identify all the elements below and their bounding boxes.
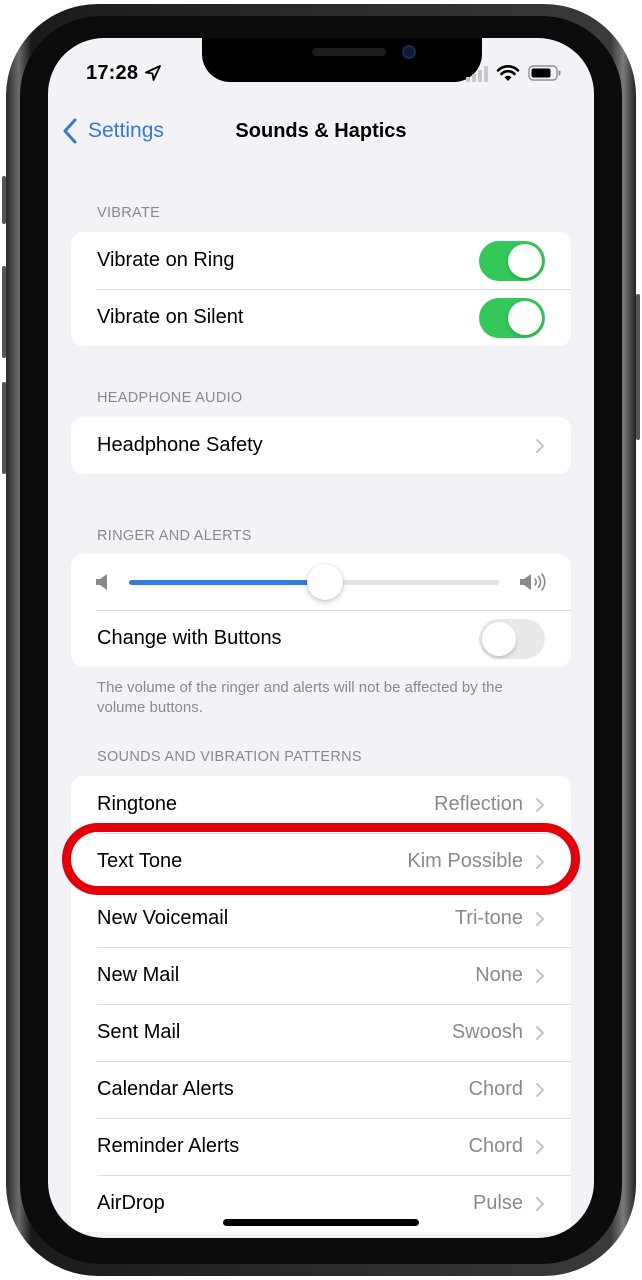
cellular-signal-icon — [466, 66, 488, 82]
speaker-low-icon — [96, 574, 107, 590]
section-header-sounds-patterns: SOUNDS AND VIBRATION PATTERNS — [97, 749, 362, 765]
side-button — [636, 294, 640, 440]
row-new-mail[interactable]: New Mail None — [71, 947, 571, 1004]
row-text-tone[interactable]: Text Tone Kim Possible — [71, 833, 571, 890]
row-reminder-alerts[interactable]: Reminder Alerts Chord — [71, 1118, 571, 1175]
front-camera — [402, 45, 416, 59]
row-headphone-safety[interactable]: Headphone Safety — [71, 417, 571, 474]
sounds-patterns-group: Ringtone Reflection Text Tone Kim Possib… — [71, 776, 571, 1232]
row-label: Sent Mail — [97, 1021, 181, 1043]
home-indicator[interactable] — [223, 1219, 419, 1226]
volume-up-button — [2, 266, 6, 358]
row-label: Vibrate on Silent — [97, 306, 244, 328]
row-label: Ringtone — [97, 793, 178, 815]
volume-down-button — [2, 382, 6, 474]
speaker-high-icon — [520, 573, 546, 591]
ringer-volume-slider[interactable] — [129, 563, 499, 600]
chevron-right-icon — [536, 438, 544, 453]
row-value: Reflection — [434, 793, 523, 815]
section-header-ringer-alerts: RINGER AND ALERTS — [97, 528, 252, 544]
row-label: Vibrate on Ring — [97, 249, 235, 271]
notch — [202, 38, 482, 82]
row-calendar-alerts[interactable]: Calendar Alerts Chord — [71, 1061, 571, 1118]
change-with-buttons-toggle[interactable] — [479, 618, 545, 659]
row-label: New Voicemail — [97, 907, 229, 929]
battery-icon — [528, 65, 561, 81]
row-volume-slider — [71, 554, 571, 610]
row-change-with-buttons: Change with Buttons — [71, 610, 571, 667]
row-vibrate-on-silent: Vibrate on Silent — [71, 289, 571, 346]
row-value: Pulse — [472, 1192, 523, 1214]
page-title: Sounds & Haptics — [235, 120, 407, 142]
vibrate-group: Vibrate on Ring Vibrate on Silent — [71, 232, 571, 346]
wifi-icon — [496, 65, 520, 81]
chevron-right-icon — [536, 854, 544, 869]
slider-thumb[interactable] — [307, 563, 344, 600]
row-label: New Mail — [97, 964, 180, 986]
location-arrow-icon — [145, 65, 161, 81]
status-time: 17:28 — [86, 62, 139, 84]
section-header-vibrate: VIBRATE — [97, 205, 161, 221]
vibrate-on-silent-toggle[interactable] — [479, 297, 545, 338]
row-label: Headphone Safety — [97, 434, 263, 456]
chevron-right-icon — [536, 1196, 544, 1211]
ringer-alerts-group: Change with Buttons — [71, 554, 571, 667]
row-label: Reminder Alerts — [97, 1135, 240, 1157]
row-new-voicemail[interactable]: New Voicemail Tri-tone — [71, 890, 571, 947]
headphone-audio-group: Headphone Safety — [71, 417, 571, 474]
section-header-headphone-audio: HEADPHONE AUDIO — [97, 390, 243, 406]
vibrate-on-ring-toggle[interactable] — [479, 240, 545, 281]
row-label: Text Tone — [97, 850, 183, 872]
row-sent-mail[interactable]: Sent Mail Swoosh — [71, 1004, 571, 1061]
chevron-right-icon — [536, 1139, 544, 1154]
speaker-grille — [312, 48, 386, 56]
ringer-footer-note: The volume of the ringer and alerts will… — [97, 679, 503, 716]
row-ringtone[interactable]: Ringtone Reflection — [71, 776, 571, 833]
slider-fill — [129, 579, 326, 585]
row-value: Swoosh — [451, 1021, 523, 1043]
mute-switch — [2, 176, 6, 224]
row-value: Kim Possible — [407, 850, 523, 872]
row-label: Calendar Alerts — [97, 1078, 234, 1100]
chevron-right-icon — [536, 1082, 544, 1097]
row-label: AirDrop — [97, 1192, 165, 1214]
row-value: Tri-tone — [454, 907, 523, 929]
screen: 17:28 Settings Sounds & Haptics VIBRATE … — [48, 38, 594, 1238]
row-value: None — [475, 964, 523, 986]
row-vibrate-on-ring: Vibrate on Ring — [71, 232, 571, 289]
row-value: Chord — [468, 1078, 523, 1100]
row-value: Chord — [468, 1135, 523, 1157]
chevron-right-icon — [536, 797, 544, 812]
chevron-right-icon — [536, 911, 544, 926]
chevron-right-icon — [536, 1025, 544, 1040]
chevron-right-icon — [536, 968, 544, 983]
row-label: Change with Buttons — [97, 627, 282, 649]
